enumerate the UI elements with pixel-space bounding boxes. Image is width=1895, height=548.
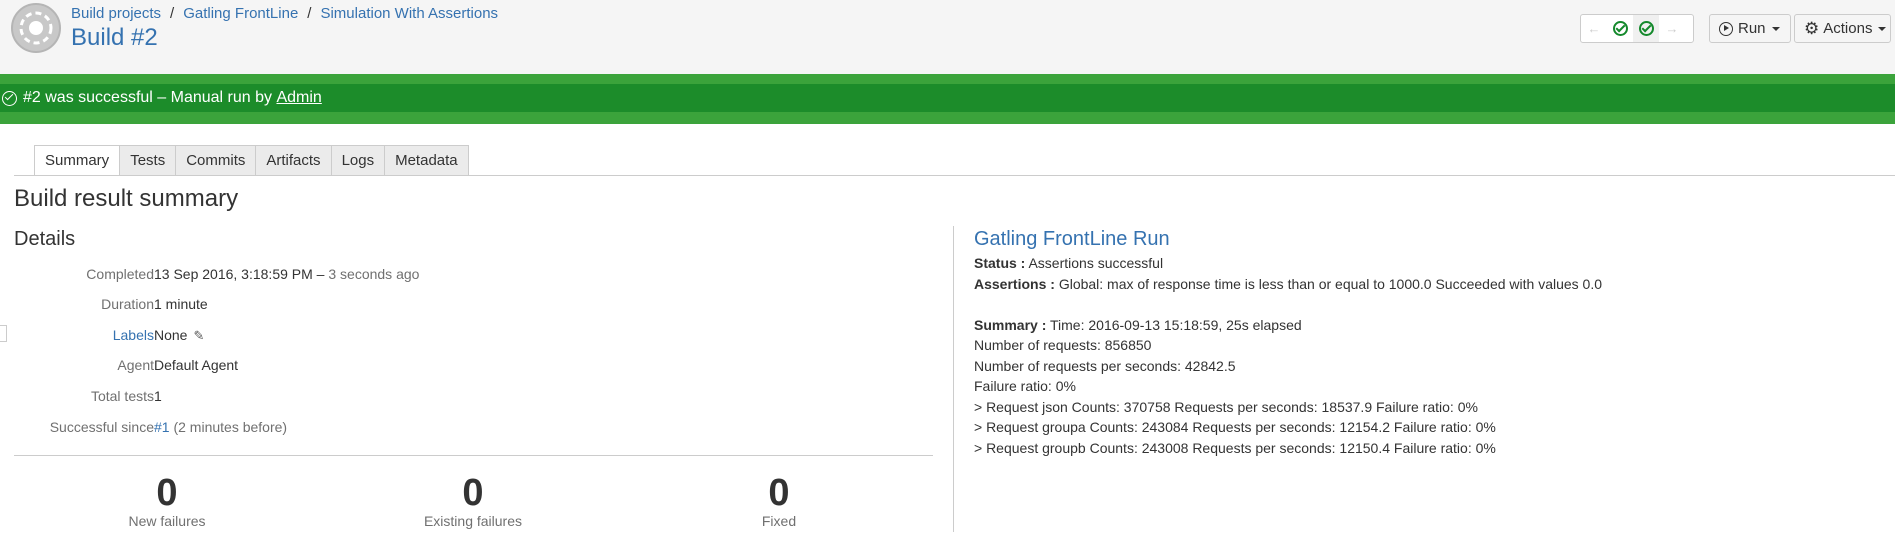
frontline-assertions: Assertions : Global: max of response tim… bbox=[974, 276, 1874, 297]
actions-button[interactable]: ⚙ Actions bbox=[1794, 14, 1891, 43]
page-header: Build projects / Gatling FrontLine / Simulat… bbox=[0, 0, 1895, 74]
stat-value: 0 bbox=[768, 472, 790, 514]
detail-value: 1 bbox=[154, 388, 162, 404]
detail-label: Duration bbox=[101, 296, 154, 312]
status-label: Status : bbox=[974, 255, 1026, 271]
column-divider bbox=[953, 226, 954, 532]
detail-agent: Agent Default Agent bbox=[14, 357, 914, 377]
tab-artifacts[interactable]: Artifacts bbox=[256, 145, 332, 176]
tab-commits[interactable]: Commits bbox=[176, 145, 257, 176]
bamboo-logo-icon[interactable] bbox=[11, 3, 61, 53]
page-title: Build #2 bbox=[71, 24, 158, 51]
breadcrumb-separator: / bbox=[170, 5, 175, 22]
banner-user-link[interactable]: Admin bbox=[276, 89, 321, 107]
agent-link[interactable]: Default Agent bbox=[154, 357, 238, 373]
tab-summary[interactable]: Summary bbox=[34, 145, 121, 176]
tab-tests[interactable]: Tests bbox=[120, 145, 177, 176]
stat-value: 0 bbox=[156, 472, 178, 514]
detail-label: Completed bbox=[86, 266, 154, 282]
build-1-success-button[interactable] bbox=[1607, 15, 1633, 42]
successful-since-link[interactable]: #1 bbox=[154, 419, 170, 435]
tab-logs[interactable]: Logs bbox=[331, 145, 386, 176]
breadcrumb: Build projects / Gatling FrontLine / Simulat… bbox=[71, 5, 498, 22]
play-icon bbox=[1719, 21, 1733, 36]
summary-line: > Request groupa Counts: 243084 Requests… bbox=[974, 419, 1496, 435]
detail-value: 1 minute bbox=[154, 296, 208, 312]
summary-value: Time: 2016-09-13 15:18:59, 25s elapsed bbox=[1050, 316, 1302, 333]
labels-value: None bbox=[154, 327, 188, 343]
frontline-status: Status : Assertions successful bbox=[974, 255, 1874, 276]
next-build-arrow-icon[interactable]: → bbox=[1659, 15, 1685, 42]
details-title: Details bbox=[14, 228, 76, 250]
breadcrumb-separator: / bbox=[307, 5, 312, 22]
breadcrumb-project[interactable]: Gatling FrontLine bbox=[183, 5, 298, 22]
stat-fixed: 0 Fixed bbox=[679, 471, 879, 529]
detail-duration: Duration 1 minute bbox=[14, 296, 914, 316]
completed-ago: 3 seconds ago bbox=[328, 266, 420, 282]
run-button[interactable]: Run bbox=[1709, 14, 1791, 43]
status-banner-message: #2 was successful – Manual run by Admin bbox=[0, 84, 1895, 112]
stat-value: 0 bbox=[462, 472, 484, 514]
check-circle-icon bbox=[1612, 21, 1628, 36]
stat-label: Existing failures bbox=[423, 513, 523, 529]
summary-line: > Request groupb Counts: 243008 Requests… bbox=[974, 439, 1496, 456]
stat-label: Fixed bbox=[761, 513, 797, 529]
build-navigation: ← → bbox=[1580, 14, 1694, 43]
detail-label: Agent bbox=[117, 357, 154, 373]
chevron-down-icon bbox=[1771, 26, 1780, 31]
chevron-down-icon bbox=[1878, 26, 1887, 31]
run-label: Run bbox=[1738, 20, 1766, 37]
breadcrumb-plan[interactable]: Simulation With Assertions bbox=[320, 5, 498, 22]
status-banner: #2 was successful – Manual run by Admin bbox=[0, 74, 1895, 124]
stat-new-failures: 0 New failures bbox=[67, 471, 267, 529]
actions-label: Actions bbox=[1823, 20, 1873, 37]
detail-completed: Completed 13 Sep 2016, 3:18:59 PM – 3 se… bbox=[14, 266, 914, 286]
summary-label: Summary : bbox=[974, 316, 1047, 333]
detail-label: Successful since bbox=[49, 419, 154, 435]
pencil-edit-icon[interactable]: ✎ bbox=[193, 328, 204, 344]
stat-label: New failures bbox=[128, 513, 206, 529]
detail-value: #1 (2 minutes before) bbox=[154, 419, 287, 435]
status-value: Assertions successful bbox=[1028, 255, 1164, 271]
sidebar-toggle-handle[interactable] bbox=[0, 325, 7, 342]
success-check-icon bbox=[2, 90, 17, 106]
detail-label: Total tests bbox=[90, 388, 154, 404]
tab-bar: Summary Tests Commits Artifacts Logs Met… bbox=[34, 145, 469, 176]
check-circle-icon bbox=[1638, 21, 1654, 36]
assertions-value: Global: max of response time is less tha… bbox=[1058, 275, 1603, 292]
section-title: Build result summary bbox=[14, 185, 239, 212]
assertions-label: Assertions : bbox=[974, 275, 1055, 292]
build-2-success-button[interactable] bbox=[1633, 15, 1659, 42]
detail-value: None ✎ bbox=[154, 327, 204, 344]
stat-existing-failures: 0 Existing failures bbox=[373, 471, 573, 529]
summary-line: Number of requests: 856850 bbox=[974, 337, 1152, 353]
detail-successful-since: Successful since #1 (2 minutes before) bbox=[14, 419, 914, 439]
frontline-run-link[interactable]: Gatling FrontLine Run bbox=[974, 228, 1170, 250]
breadcrumb-build-projects[interactable]: Build projects bbox=[71, 5, 161, 22]
tab-divider bbox=[14, 175, 1895, 176]
summary-line: Failure ratio: 0% bbox=[974, 378, 1076, 394]
successful-since-note: (2 minutes before) bbox=[173, 419, 288, 435]
frontline-panel: Gatling FrontLine Run Status : Assertion… bbox=[974, 228, 1874, 460]
summary-line: > Request json Counts: 370758 Requests p… bbox=[974, 398, 1478, 415]
gear-icon: ⚙ bbox=[1804, 19, 1820, 38]
banner-text: #2 was successful – Manual run by bbox=[23, 89, 273, 106]
detail-labels: Labels None ✎ bbox=[14, 327, 914, 347]
detail-value: 13 Sep 2016, 3:18:59 PM – 3 seconds ago bbox=[154, 266, 419, 282]
details-divider bbox=[14, 455, 933, 456]
frontline-summary: Summary : Time: 2016-09-13 15:18:59, 25s… bbox=[974, 317, 1874, 338]
detail-total-tests: Total tests 1 bbox=[14, 388, 914, 408]
summary-line: Number of requests per seconds: 42842.5 bbox=[974, 357, 1236, 374]
tab-metadata[interactable]: Metadata bbox=[385, 145, 469, 176]
completed-value: 13 Sep 2016, 3:18:59 PM – bbox=[154, 266, 325, 282]
previous-build-arrow-icon[interactable]: ← bbox=[1581, 15, 1607, 42]
labels-link[interactable]: Labels bbox=[14, 327, 154, 343]
